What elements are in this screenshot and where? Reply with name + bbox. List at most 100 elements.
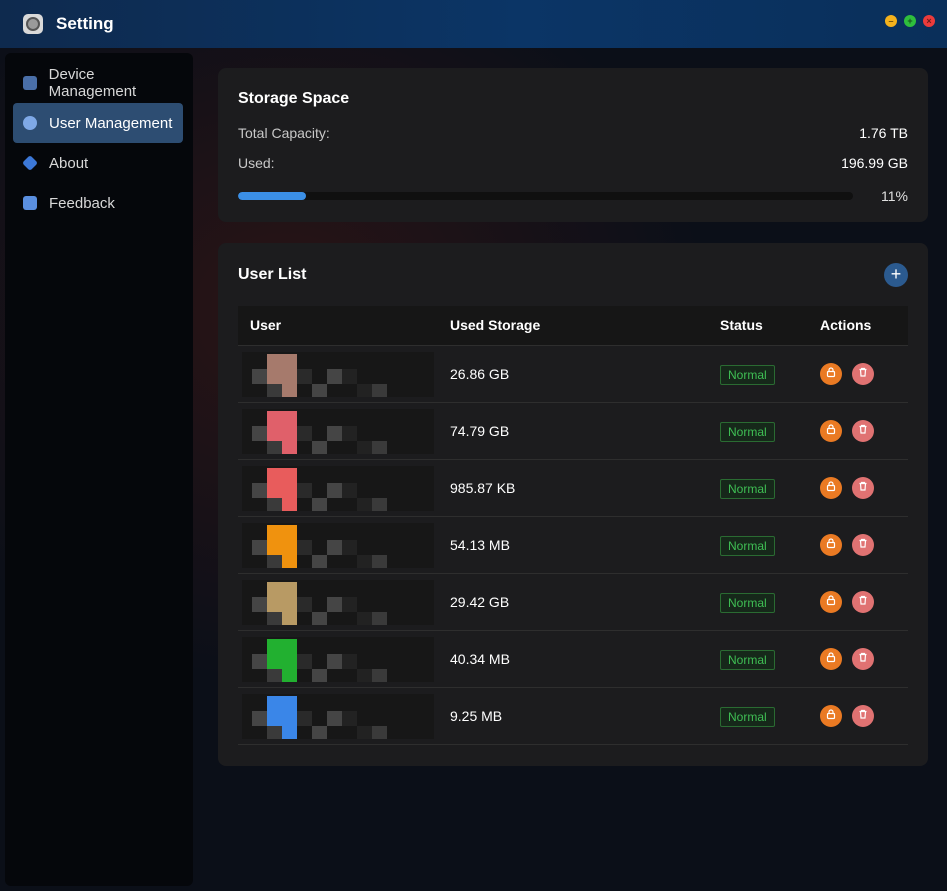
column-header-status: Status bbox=[720, 317, 763, 333]
users-icon bbox=[23, 116, 37, 130]
sidebar-item-feedback[interactable]: Feedback bbox=[13, 183, 183, 223]
status-badge: Normal bbox=[720, 707, 775, 727]
sidebar-item-about[interactable]: About bbox=[13, 143, 183, 183]
lock-icon bbox=[825, 365, 837, 383]
lock-icon bbox=[825, 536, 837, 554]
avatar-pixel bbox=[267, 612, 282, 625]
add-user-button[interactable]: + bbox=[884, 263, 908, 287]
lock-user-button[interactable] bbox=[820, 420, 842, 442]
lock-user-button[interactable] bbox=[820, 363, 842, 385]
used-value: 196.99 GB bbox=[841, 155, 908, 171]
column-header-used-storage: Used Storage bbox=[450, 317, 541, 333]
status-badge: Normal bbox=[720, 650, 775, 670]
avatar-pixel bbox=[282, 669, 297, 682]
lock-user-button[interactable] bbox=[820, 648, 842, 670]
avatar-pixel bbox=[267, 384, 282, 397]
trash-icon bbox=[857, 707, 869, 725]
table-row: 9.25 MB Normal bbox=[238, 688, 908, 745]
delete-user-button[interactable] bbox=[852, 420, 874, 442]
avatar-pixel bbox=[327, 369, 342, 384]
avatar-pixel bbox=[297, 654, 312, 669]
avatar-pixel bbox=[267, 582, 282, 597]
maximize-button[interactable]: + bbox=[904, 15, 916, 27]
trash-icon bbox=[857, 650, 869, 668]
used-storage-cell: 9.25 MB bbox=[450, 708, 503, 724]
status-badge: Normal bbox=[720, 422, 775, 442]
avatar-pixel bbox=[357, 555, 372, 568]
device-icon bbox=[23, 76, 37, 90]
avatar-pixel bbox=[297, 540, 312, 555]
delete-user-button[interactable] bbox=[852, 591, 874, 613]
avatar-pixel bbox=[282, 696, 297, 711]
delete-user-button[interactable] bbox=[852, 477, 874, 499]
avatar-pixel bbox=[282, 597, 297, 612]
avatar-pixel bbox=[327, 711, 342, 726]
table-row: 74.79 GB Normal bbox=[238, 403, 908, 460]
trash-icon bbox=[857, 536, 869, 554]
settings-app-icon bbox=[23, 14, 43, 34]
delete-user-button[interactable] bbox=[852, 363, 874, 385]
lock-user-button[interactable] bbox=[820, 705, 842, 727]
avatar-pixel bbox=[297, 711, 312, 726]
avatar-pixel bbox=[297, 369, 312, 384]
column-header-user: User bbox=[250, 317, 282, 333]
close-button[interactable]: × bbox=[923, 15, 935, 27]
avatar-pixel bbox=[267, 411, 282, 426]
avatar-pixel bbox=[267, 597, 282, 612]
lock-user-button[interactable] bbox=[820, 534, 842, 556]
lock-user-button[interactable] bbox=[820, 591, 842, 613]
lock-icon bbox=[825, 479, 837, 497]
avatar-pixel bbox=[267, 669, 282, 682]
avatar-pixel bbox=[342, 483, 357, 498]
sidebar-item-device-management[interactable]: Device Management bbox=[13, 63, 183, 103]
avatar bbox=[242, 523, 434, 568]
avatar-pixel bbox=[372, 555, 387, 568]
lock-icon bbox=[825, 422, 837, 440]
total-capacity-value: 1.76 TB bbox=[859, 125, 908, 141]
avatar-pixel bbox=[267, 498, 282, 511]
avatar-pixel bbox=[282, 525, 297, 540]
avatar bbox=[242, 409, 434, 454]
avatar-pixel bbox=[252, 540, 267, 555]
avatar-pixel bbox=[297, 483, 312, 498]
avatar-pixel bbox=[327, 597, 342, 612]
minimize-button[interactable]: – bbox=[885, 15, 897, 27]
plus-icon: + bbox=[890, 264, 902, 284]
avatar-pixel bbox=[282, 582, 297, 597]
avatar-pixel bbox=[282, 540, 297, 555]
table-row: 985.87 KB Normal bbox=[238, 460, 908, 517]
avatar-pixel bbox=[372, 669, 387, 682]
avatar-pixel bbox=[327, 426, 342, 441]
used-storage-cell: 54.13 MB bbox=[450, 537, 510, 553]
delete-user-button[interactable] bbox=[852, 648, 874, 670]
avatar-pixel bbox=[282, 654, 297, 669]
avatar-pixel bbox=[267, 726, 282, 739]
info-icon bbox=[22, 155, 38, 171]
avatar-pixel bbox=[252, 483, 267, 498]
delete-user-button[interactable] bbox=[852, 705, 874, 727]
sidebar: Device Management User Management About … bbox=[5, 53, 193, 886]
table-header: User Used Storage Status Actions bbox=[238, 306, 908, 346]
storage-card: Storage Space Total Capacity: 1.76 TB Us… bbox=[218, 68, 928, 222]
lock-user-button[interactable] bbox=[820, 477, 842, 499]
avatar-pixel bbox=[342, 654, 357, 669]
avatar-pixel bbox=[252, 426, 267, 441]
avatar-pixel bbox=[312, 726, 327, 739]
avatar-pixel bbox=[267, 540, 282, 555]
avatar-pixel bbox=[312, 555, 327, 568]
delete-user-button[interactable] bbox=[852, 534, 874, 556]
avatar-pixel bbox=[267, 711, 282, 726]
avatar-pixel bbox=[282, 384, 297, 397]
avatar-pixel bbox=[252, 654, 267, 669]
lock-icon bbox=[825, 650, 837, 668]
avatar-pixel bbox=[312, 498, 327, 511]
sidebar-item-user-management[interactable]: User Management bbox=[13, 103, 183, 143]
column-header-actions: Actions bbox=[820, 317, 872, 333]
used-storage-cell: 29.42 GB bbox=[450, 594, 510, 610]
avatar-pixel bbox=[312, 669, 327, 682]
avatar-pixel bbox=[267, 555, 282, 568]
avatar-pixel bbox=[312, 612, 327, 625]
avatar-pixel bbox=[282, 711, 297, 726]
avatar-pixel bbox=[357, 669, 372, 682]
avatar-pixel bbox=[327, 483, 342, 498]
